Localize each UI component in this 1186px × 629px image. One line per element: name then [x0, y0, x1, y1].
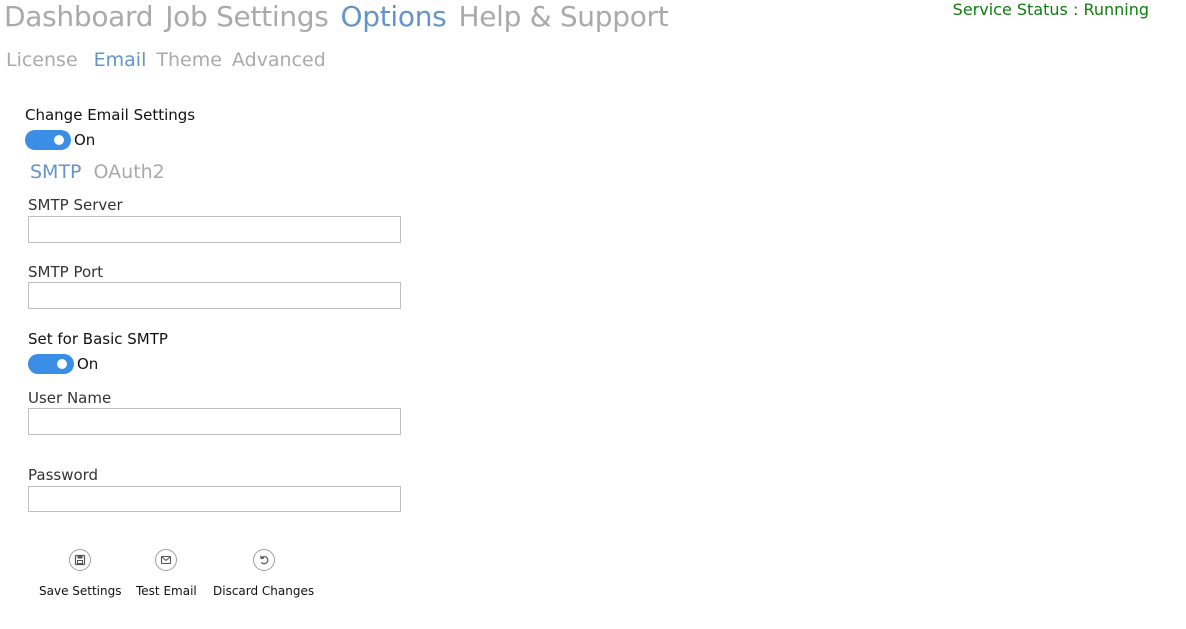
smtp-server-input[interactable]: [28, 216, 401, 243]
main-nav: Dashboard Job Settings Options Help & Su…: [4, 0, 669, 34]
nav-dashboard[interactable]: Dashboard: [4, 0, 154, 34]
smtp-port-input[interactable]: [28, 282, 401, 309]
change-email-toggle-row: On: [25, 130, 95, 150]
discard-changes-button[interactable]: Discard Changes: [213, 549, 314, 598]
tab-oauth2[interactable]: OAuth2: [94, 160, 165, 184]
subnav-advanced[interactable]: Advanced: [232, 47, 326, 73]
toggle-knob: [57, 359, 67, 369]
user-name-input[interactable]: [28, 408, 401, 435]
save-settings-button[interactable]: Save Settings: [39, 549, 122, 598]
options-email-page: Dashboard Job Settings Options Help & Su…: [0, 0, 1186, 629]
subnav-email[interactable]: Email: [94, 47, 147, 73]
basic-smtp-label: Set for Basic SMTP: [28, 330, 168, 348]
smtp-server-label: SMTP Server: [28, 196, 123, 214]
smtp-port-label: SMTP Port: [28, 263, 104, 281]
change-email-settings-label: Change Email Settings: [25, 106, 196, 124]
options-sub-nav: License Email Theme Advanced: [6, 47, 326, 73]
password-input[interactable]: [28, 486, 401, 512]
user-name-label: User Name: [28, 389, 112, 407]
basic-smtp-toggle-state: On: [77, 355, 99, 373]
password-label: Password: [28, 466, 99, 484]
nav-job-settings[interactable]: Job Settings: [165, 0, 329, 34]
change-email-settings-toggle[interactable]: [25, 130, 71, 150]
undo-icon: [252, 549, 275, 571]
basic-smtp-toggle[interactable]: [28, 354, 74, 374]
save-settings-label: Save Settings: [39, 584, 122, 598]
discard-changes-label: Discard Changes: [213, 584, 315, 598]
floppy-disk-icon: [69, 549, 92, 571]
subnav-theme[interactable]: Theme: [156, 47, 222, 73]
envelope-icon: [155, 549, 178, 571]
service-status: Service Status : Running: [952, 0, 1149, 19]
nav-options[interactable]: Options: [341, 0, 447, 34]
subnav-license[interactable]: License: [6, 47, 78, 73]
toggle-knob: [54, 135, 64, 145]
nav-help-support[interactable]: Help & Support: [458, 0, 668, 34]
basic-smtp-toggle-row: On: [28, 354, 98, 374]
test-email-label: Test Email: [136, 584, 197, 598]
change-email-toggle-state: On: [74, 131, 96, 149]
protocol-tabs: SMTP OAuth2: [30, 160, 165, 184]
test-email-button[interactable]: Test Email: [136, 549, 197, 598]
tab-smtp[interactable]: SMTP: [30, 160, 82, 184]
